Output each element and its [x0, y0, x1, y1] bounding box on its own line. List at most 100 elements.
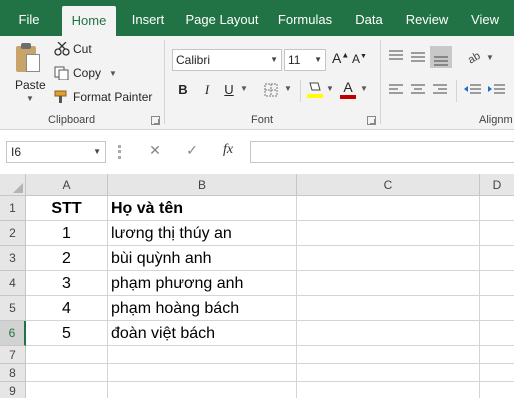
font-name-dropdown-icon[interactable]: ▼ — [270, 50, 278, 70]
formula-input[interactable] — [250, 141, 514, 163]
middle-align-icon[interactable] — [410, 50, 426, 62]
cell-c6[interactable] — [297, 321, 480, 346]
cell-d3[interactable] — [480, 246, 514, 271]
select-all-button[interactable] — [0, 174, 26, 196]
cell-b5[interactable]: phạm hoàng bách — [108, 296, 297, 321]
copy-button[interactable]: Copy ▼ — [54, 66, 117, 80]
cell-d1[interactable] — [480, 196, 514, 221]
row-header-4[interactable]: 4 — [0, 271, 26, 296]
font-size-dropdown-icon[interactable]: ▼ — [314, 50, 322, 70]
align-right-icon[interactable] — [432, 84, 448, 96]
cell-a7[interactable] — [26, 346, 108, 364]
tab-formulas[interactable]: Formulas — [274, 0, 336, 36]
enter-icon[interactable]: ✓ — [182, 142, 202, 159]
font-size-combo[interactable]: 11 ▼ — [284, 49, 326, 71]
cell-d8[interactable] — [480, 364, 514, 382]
tab-view[interactable]: View — [465, 0, 505, 36]
orientation-icon[interactable]: ab — [466, 48, 484, 64]
fill-color-icon[interactable] — [306, 80, 324, 100]
borders-icon[interactable] — [264, 83, 278, 97]
tab-review[interactable]: Review — [401, 0, 453, 36]
borders-dropdown-icon[interactable]: ▼ — [284, 84, 292, 93]
cancel-icon[interactable]: ✕ — [145, 142, 165, 159]
cell-a6[interactable]: 5 — [26, 321, 108, 346]
cell-b1[interactable]: Họ và tên — [108, 196, 297, 221]
cell-a3[interactable]: 2 — [26, 246, 108, 271]
font-launcher-icon[interactable] — [367, 116, 376, 125]
column-header-d[interactable]: D — [480, 174, 514, 196]
cell-a8[interactable] — [26, 364, 108, 382]
cell-a1[interactable]: STT — [26, 196, 108, 221]
row-header-9[interactable]: 9 — [0, 382, 26, 398]
italic-button[interactable]: I — [200, 82, 214, 98]
cell-d6[interactable] — [480, 321, 514, 346]
bold-button[interactable]: B — [176, 82, 190, 97]
font-name-combo[interactable]: Calibri ▼ — [172, 49, 282, 71]
column-header-b[interactable]: B — [108, 174, 297, 196]
cell-c2[interactable] — [297, 221, 480, 246]
cell-d9[interactable] — [480, 382, 514, 398]
clipboard-launcher-icon[interactable] — [151, 116, 160, 125]
cell-a4[interactable]: 3 — [26, 271, 108, 296]
tab-page-layout[interactable]: Page Layout — [182, 0, 262, 36]
row-header-8[interactable]: 8 — [0, 364, 26, 382]
name-box[interactable]: I6 ▼ — [6, 141, 106, 163]
formula-bar-grip[interactable] — [118, 145, 121, 159]
cell-c1[interactable] — [297, 196, 480, 221]
top-align-icon[interactable] — [388, 50, 404, 62]
copy-dropdown-icon[interactable]: ▼ — [109, 69, 117, 78]
underline-dropdown-icon[interactable]: ▼ — [240, 84, 248, 93]
column-header-c[interactable]: C — [297, 174, 480, 196]
font-color-dropdown-icon[interactable]: ▼ — [360, 84, 368, 93]
shrink-font-button[interactable]: A▼ — [352, 52, 367, 66]
bottom-align-button[interactable] — [430, 46, 452, 68]
align-left-icon[interactable] — [388, 84, 404, 96]
row-header-7[interactable]: 7 — [0, 346, 26, 364]
tab-data[interactable]: Data — [349, 0, 389, 36]
paste-icon — [16, 42, 42, 74]
cell-b9[interactable] — [108, 382, 297, 398]
underline-button[interactable]: U — [222, 82, 236, 97]
cell-c3[interactable] — [297, 246, 480, 271]
orientation-dropdown-icon[interactable]: ▼ — [486, 53, 494, 62]
cell-d5[interactable] — [480, 296, 514, 321]
cell-b3[interactable]: bùi quỳnh anh — [108, 246, 297, 271]
cell-d7[interactable] — [480, 346, 514, 364]
insert-function-button[interactable]: fx — [218, 142, 238, 158]
cell-c5[interactable] — [297, 296, 480, 321]
row-header-5[interactable]: 5 — [0, 296, 26, 321]
increase-indent-icon[interactable] — [488, 84, 506, 96]
paste-button[interactable]: Paste ▼ — [8, 36, 48, 106]
cell-b2[interactable]: lương thị thúy an — [108, 221, 297, 246]
cell-c8[interactable] — [297, 364, 480, 382]
tab-home[interactable]: Home — [62, 6, 116, 36]
row-header-6[interactable]: 6 — [0, 321, 26, 346]
column-header-a[interactable]: A — [26, 174, 108, 196]
format-painter-button[interactable]: Format Painter — [54, 90, 152, 104]
cell-a5[interactable]: 4 — [26, 296, 108, 321]
row-header-1[interactable]: 1 — [0, 196, 26, 221]
name-box-dropdown-icon[interactable]: ▼ — [93, 142, 101, 162]
cell-a9[interactable] — [26, 382, 108, 398]
cell-b7[interactable] — [108, 346, 297, 364]
align-center-icon[interactable] — [410, 84, 426, 96]
cut-button[interactable]: Cut — [54, 42, 92, 56]
cell-b6[interactable]: đoàn việt bách — [108, 321, 297, 346]
cell-c7[interactable] — [297, 346, 480, 364]
cell-b4[interactable]: phạm phương anh — [108, 271, 297, 296]
paste-dropdown-icon[interactable]: ▼ — [26, 94, 34, 103]
cell-d4[interactable] — [480, 271, 514, 296]
row-header-3[interactable]: 3 — [0, 246, 26, 271]
tab-insert[interactable]: Insert — [124, 0, 172, 36]
decrease-indent-icon[interactable] — [464, 84, 482, 96]
cell-b8[interactable] — [108, 364, 297, 382]
cell-a2[interactable]: 1 — [26, 221, 108, 246]
cell-c9[interactable] — [297, 382, 480, 398]
grow-font-button[interactable]: A▲ — [332, 50, 349, 66]
cell-d2[interactable] — [480, 221, 514, 246]
font-color-button[interactable]: A — [340, 79, 356, 101]
cell-c4[interactable] — [297, 271, 480, 296]
fill-color-dropdown-icon[interactable]: ▼ — [326, 84, 334, 93]
row-header-2[interactable]: 2 — [0, 221, 26, 246]
tab-file[interactable]: File — [8, 0, 50, 36]
